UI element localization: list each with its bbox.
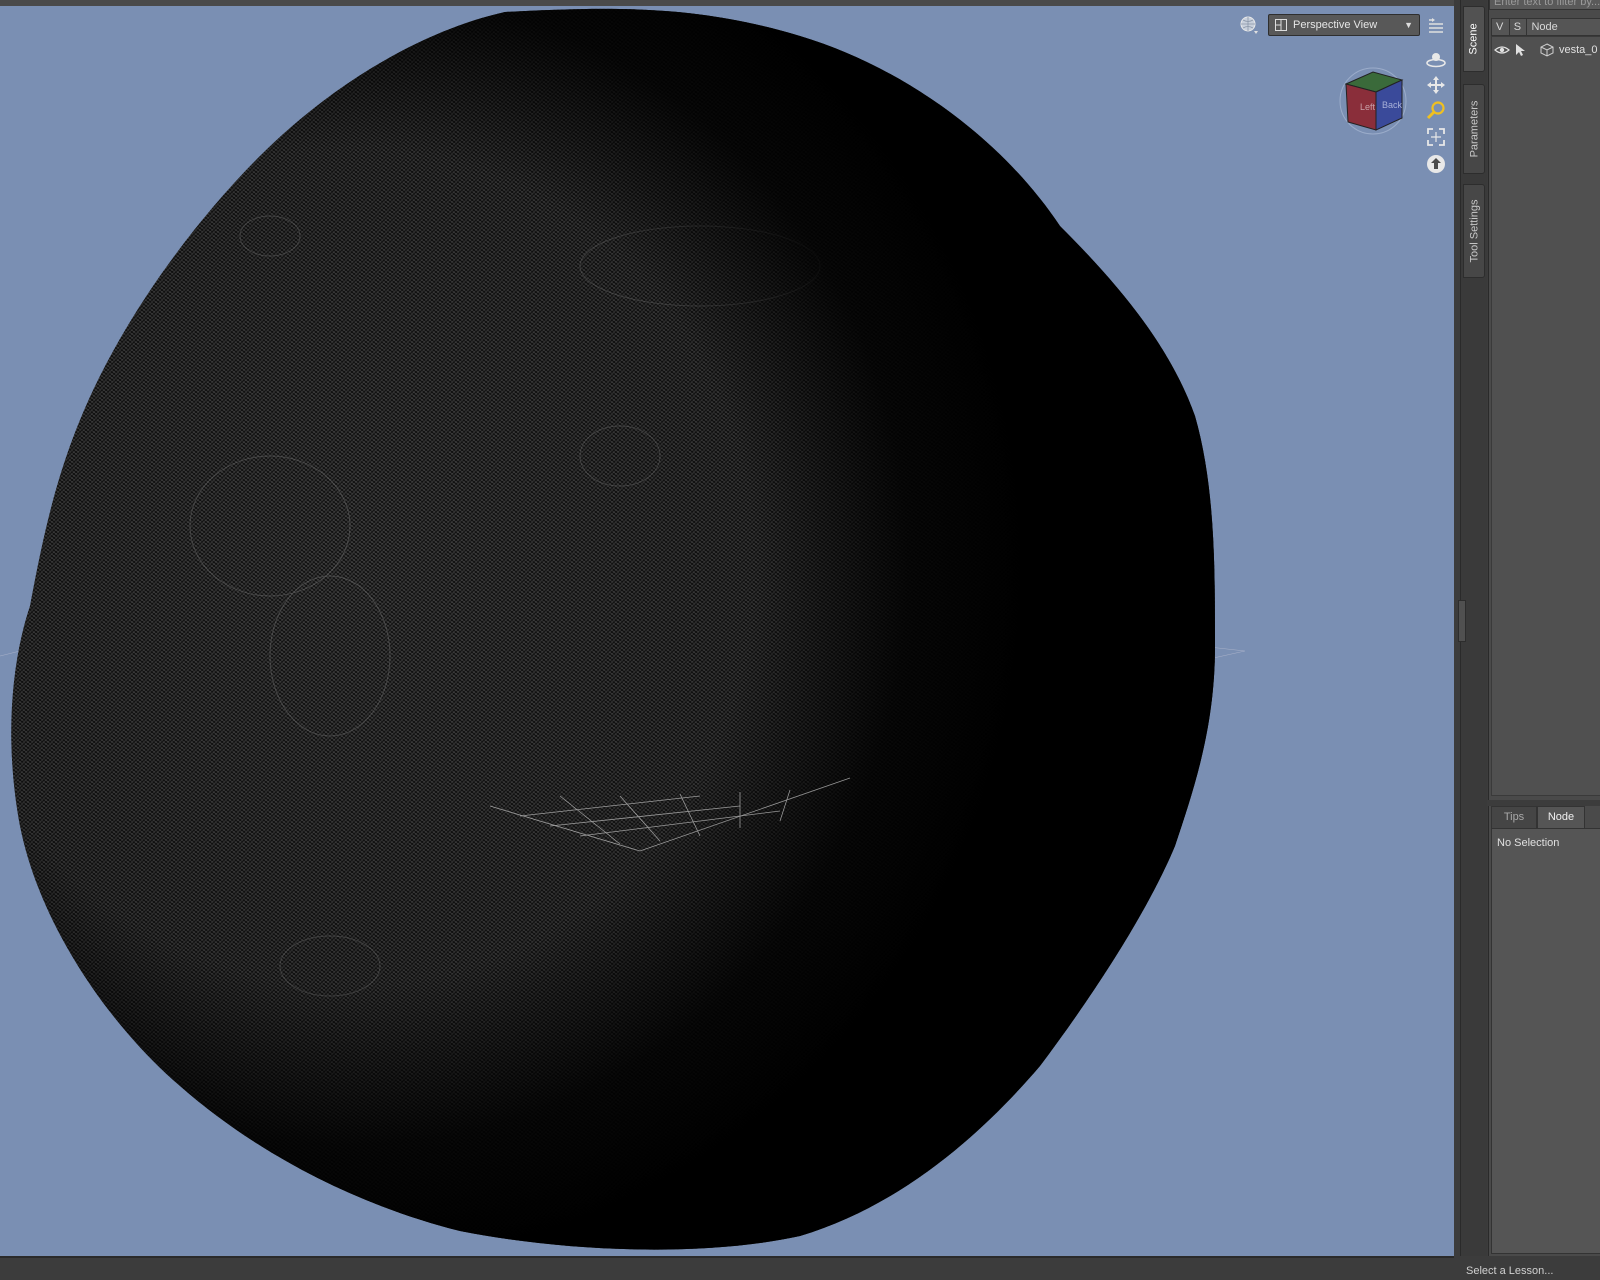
3d-viewport[interactable]: Perspective View ▼ Left Back	[0, 6, 1454, 1258]
node-info-pane: Tips Node No Selection	[1488, 806, 1600, 1256]
figure-node-icon	[1540, 43, 1554, 57]
asteroid-mesh[interactable]	[0, 6, 1454, 1256]
scene-filter-input[interactable]: Enter text to filter by...	[1489, 0, 1600, 10]
viewport-bottom-border	[0, 1258, 1460, 1280]
tab-node[interactable]: Node	[1537, 806, 1585, 828]
orbit-icon[interactable]	[1425, 48, 1447, 70]
pane-collapse-handle[interactable]	[1458, 600, 1466, 642]
scene-pane: Enter text to filter by... V S Node vest…	[1488, 0, 1600, 800]
tab-scene-label: Scene	[1468, 23, 1481, 55]
scene-column-header: V S Node	[1491, 18, 1600, 36]
scene-node-name: vesta_0	[1559, 44, 1598, 56]
reset-view-icon[interactable]	[1425, 153, 1447, 175]
scene-node-list[interactable]	[1491, 36, 1600, 796]
draw-style-icon[interactable]	[1238, 14, 1260, 36]
zoom-icon[interactable]	[1425, 100, 1447, 122]
frame-icon[interactable]	[1425, 126, 1447, 148]
view-select-label: Perspective View	[1293, 19, 1378, 31]
view-cube[interactable]: Left Back	[1336, 64, 1410, 136]
lesson-status-bar[interactable]: Select a Lesson...	[1460, 1262, 1600, 1280]
pan-icon[interactable]	[1425, 74, 1447, 96]
tab-parameters[interactable]: Parameters	[1463, 84, 1485, 174]
view-select-dropdown[interactable]: Perspective View ▼	[1268, 14, 1420, 36]
tab-scene[interactable]: Scene	[1463, 6, 1485, 72]
tab-parameters-label: Parameters	[1468, 100, 1481, 158]
column-visible[interactable]: V	[1492, 19, 1510, 35]
column-node[interactable]: Node	[1527, 19, 1600, 35]
viewport-menu-icon[interactable]	[1426, 16, 1446, 36]
scene-node-row[interactable]: vesta_0	[1491, 40, 1600, 60]
tab-tool-settings[interactable]: Tool Settings	[1463, 184, 1485, 278]
eye-icon[interactable]	[1493, 43, 1511, 57]
view-layout-icon	[1275, 19, 1287, 31]
tab-tool-settings-label: Tool Settings	[1468, 199, 1481, 263]
view-cube-right-label: Back	[1382, 100, 1403, 110]
view-cube-left-label: Left	[1360, 102, 1376, 112]
selectable-cursor-icon[interactable]	[1513, 43, 1531, 57]
tab-tips[interactable]: Tips	[1491, 806, 1537, 828]
column-selectable[interactable]: S	[1510, 19, 1528, 35]
chevron-down-icon: ▼	[1404, 20, 1413, 30]
node-info-body: No Selection	[1491, 828, 1600, 1254]
